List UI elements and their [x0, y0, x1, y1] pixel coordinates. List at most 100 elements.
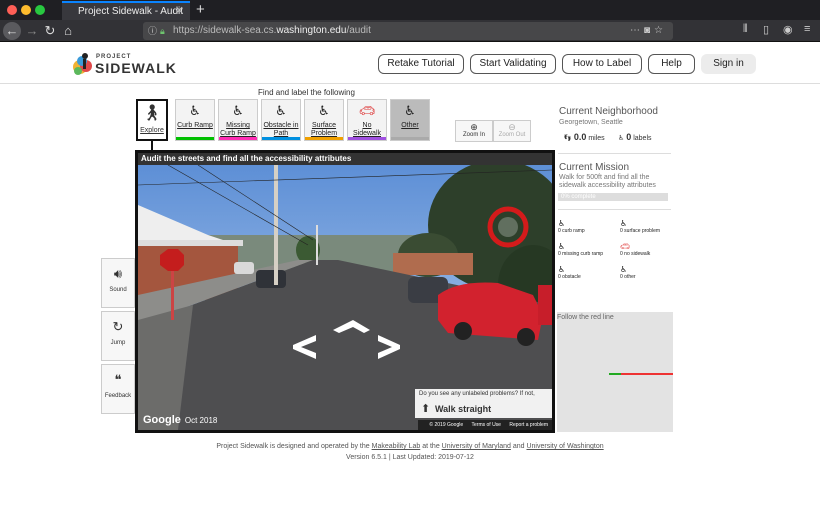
mission-progress-text: 0% complete	[561, 194, 596, 200]
minimap-caption: Follow the red line	[557, 314, 614, 321]
url-actions: ⋯◙☆	[630, 22, 667, 40]
count-no-sidewalk-text: 0 no sidewalk	[620, 251, 651, 257]
browser-toolbar: ← → ↻ ⌂ ⓘ 🔒︎ https://sidewalk-sea.cs.was…	[0, 20, 820, 42]
url-prefix: https://sidewalk-sea.cs.	[173, 25, 277, 36]
curb-ramp-color-bar	[176, 137, 214, 140]
count-obstacle: ♿︎ 0 obstacle	[558, 265, 581, 280]
uw-link[interactable]: University of Washington	[526, 443, 603, 450]
tools-heading: Find and label the following	[258, 88, 355, 97]
obstacle-icon: ♿︎	[275, 103, 287, 118]
reload-button[interactable]: ↻	[41, 22, 59, 40]
zoom-out-label: Zoom Out	[498, 132, 526, 138]
count-surface-problem-text: 0 surface problem	[620, 228, 661, 234]
walking-person-icon: 🚶︎	[141, 105, 163, 122]
sound-button[interactable]: 🔊︎ Sound	[101, 258, 135, 308]
missing-curb-ramp-small-icon: ♿︎	[558, 242, 566, 251]
forward-button[interactable]: →	[23, 22, 41, 40]
logo-big-text: SIDEWALK	[95, 60, 177, 76]
count-curb-ramp: ♿︎ 0 curb ramp	[558, 219, 585, 234]
imagery-date: Oct 2018	[184, 416, 218, 425]
makeability-lab-link[interactable]: Makeability Lab	[372, 443, 421, 450]
minimap[interactable]: Follow the red line	[557, 312, 673, 432]
bookmark-star-icon[interactable]: ☆	[654, 25, 667, 36]
close-icon[interactable]: ✕	[175, 3, 184, 20]
tab-title: Project Sidewalk - Audit	[78, 6, 184, 17]
library-icon[interactable]: ⫴	[743, 23, 748, 36]
google-watermark: Google Oct 2018	[143, 414, 217, 426]
no-sidewalk-icon: 🚗︎	[358, 103, 376, 118]
project-sidewalk-logo[interactable]: PROJECT SIDEWALK	[72, 52, 176, 78]
mission-heading: Current Mission	[559, 162, 630, 173]
zoom-out-icon: ⊖	[508, 122, 516, 132]
no-sidewalk-label: No Sidewalk	[352, 122, 381, 137]
menu-icon[interactable]: ≡	[804, 23, 810, 35]
browser-titlebar: Project Sidewalk - Audit ✕ +	[0, 0, 820, 20]
feedback-button[interactable]: ❝ Feedback	[101, 364, 135, 414]
jump-label: Jump	[110, 340, 126, 346]
account-icon[interactable]: ◉	[783, 23, 793, 36]
umd-link[interactable]: University of Maryland	[442, 443, 511, 450]
hint-action: Walk straight	[435, 404, 492, 414]
obstacle-color-bar	[262, 137, 300, 140]
arrow-up-icon: ⬆	[421, 403, 431, 415]
maximize-window-button[interactable]	[35, 5, 45, 15]
missing-curb-ramp-icon: ♿︎	[232, 103, 244, 118]
explore-button[interactable]: 🚶︎ Explore	[136, 99, 168, 141]
url-bar[interactable]: ⓘ 🔒︎ https://sidewalk-sea.cs.washington.…	[143, 22, 673, 40]
missing-curb-ramp-color-bar	[219, 137, 257, 140]
lock-icon: 🔒︎	[160, 26, 165, 36]
close-window-button[interactable]	[7, 5, 17, 15]
neighborhood-name: Georgetown, Seattle	[559, 119, 623, 126]
zoom-in-button[interactable]: ⊕ Zoom In	[455, 120, 493, 142]
obstacle-label: Obstacle in Path	[263, 122, 299, 137]
street-view-title: Audit the streets and find all the acces…	[138, 153, 552, 165]
obstacle-button[interactable]: ♿︎ Obstacle in Path	[261, 99, 301, 141]
missing-curb-ramp-label: Missing Curb Ramp	[220, 122, 256, 137]
minimize-window-button[interactable]	[21, 5, 31, 15]
street-view-panel[interactable]: Audit the streets and find all the acces…	[135, 150, 555, 433]
surface-problem-icon: ♿︎	[318, 103, 330, 118]
hint-question: Do you see any unlabeled problems? If no…	[419, 391, 535, 397]
panel-divider-2	[558, 209, 671, 210]
home-button[interactable]: ⌂	[59, 22, 77, 40]
mission-progress-bar: 0% complete	[558, 193, 668, 201]
curb-ramp-icon: ♿︎	[189, 103, 201, 118]
count-missing-curb-ramp-text: 0 missing curb ramp	[558, 251, 604, 257]
surface-problem-button[interactable]: ♿︎ Surface Problem	[304, 99, 344, 141]
how-to-label-button[interactable]: How to Label	[562, 54, 642, 74]
url-path: /audit	[346, 25, 371, 36]
no-sidewalk-color-bar	[348, 137, 386, 140]
other-button[interactable]: ♿︎ Other	[390, 99, 430, 141]
report-problem-link[interactable]: Report a problem	[509, 422, 548, 428]
info-icon[interactable]: ⓘ	[148, 22, 157, 40]
google-logo: Google	[143, 414, 181, 426]
url-host: washington.edu	[276, 25, 347, 36]
back-button[interactable]: ←	[3, 22, 21, 40]
explore-label: Explore	[140, 127, 164, 134]
new-tab-button[interactable]: +	[196, 1, 205, 19]
help-button[interactable]: Help	[648, 54, 695, 74]
feedback-label: Feedback	[104, 393, 132, 399]
sidebar-icon[interactable]: ▯	[763, 23, 769, 36]
curb-ramp-button[interactable]: ♿︎ Curb Ramp	[175, 99, 215, 141]
curb-ramp-small-icon: ♿︎	[558, 219, 566, 228]
terms-link[interactable]: Terms of Use	[472, 422, 501, 428]
browser-tab[interactable]: Project Sidewalk - Audit ✕	[62, 1, 190, 20]
jump-button[interactable]: ↻ Jump	[101, 311, 135, 361]
missing-curb-ramp-button[interactable]: ♿︎ Missing Curb Ramp	[218, 99, 258, 141]
obstacle-small-icon: ♿︎	[558, 265, 566, 274]
speaker-icon: 🔊︎	[113, 266, 123, 281]
zoom-out-button[interactable]: ⊖ Zoom Out	[493, 120, 531, 142]
pocket-icon[interactable]: ◙	[644, 25, 654, 36]
more-icon[interactable]: ⋯	[630, 25, 644, 36]
miles-value: 0.0	[573, 132, 587, 142]
sign-in-button[interactable]: Sign in	[701, 54, 756, 74]
nav-divider	[0, 83, 820, 84]
start-validating-button[interactable]: Start Validating	[470, 54, 556, 74]
retake-tutorial-button[interactable]: Retake Tutorial	[378, 54, 464, 74]
walk-hint-box[interactable]: Do you see any unlabeled problems? If no…	[415, 389, 552, 418]
no-sidewalk-small-icon: 🚗︎	[620, 242, 631, 251]
no-sidewalk-button[interactable]: 🚗︎ No Sidewalk	[347, 99, 387, 141]
footer-text-a: Project Sidewalk is designed and operate…	[216, 443, 372, 450]
labels-value: 0	[626, 132, 632, 142]
